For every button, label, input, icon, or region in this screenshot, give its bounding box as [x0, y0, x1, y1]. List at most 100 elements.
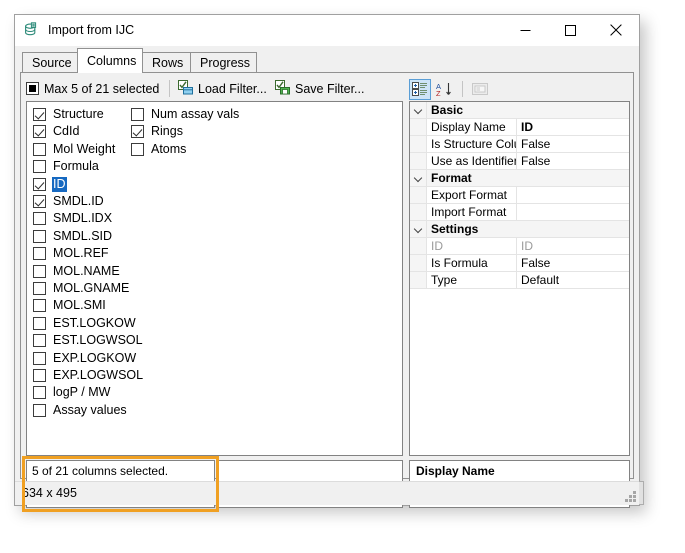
status-bar: 634 x 495	[15, 481, 639, 505]
property-category-row[interactable]: Format	[410, 170, 629, 187]
property-gutter	[410, 136, 427, 152]
unchecked-checkbox-icon[interactable]	[33, 369, 46, 382]
tab-columns[interactable]: Columns	[77, 48, 143, 73]
property-category-row[interactable]: Settings	[410, 221, 629, 238]
column-list-item[interactable]: EXP.LOGWSOL	[33, 367, 144, 384]
checked-checkbox-icon[interactable]	[33, 108, 46, 121]
unchecked-checkbox-icon[interactable]	[33, 143, 46, 156]
unchecked-checkbox-icon[interactable]	[33, 352, 46, 365]
property-gutter	[410, 119, 427, 135]
column-list-item[interactable]: CdId	[33, 123, 80, 140]
property-row[interactable]: Display NameID	[410, 119, 629, 136]
unchecked-checkbox-icon[interactable]	[131, 108, 144, 121]
property-gutter	[410, 153, 427, 169]
column-list-item[interactable]: MOL.GNAME	[33, 280, 130, 297]
property-value[interactable]: False	[517, 136, 629, 152]
property-category-row[interactable]: Basic	[410, 102, 629, 119]
column-list-item-label: SMDL.SID	[52, 229, 113, 244]
column-list-item[interactable]: SMDL.SID	[33, 228, 113, 245]
checked-checkbox-icon[interactable]	[33, 195, 46, 208]
property-row[interactable]: TypeDefault	[410, 272, 629, 289]
unchecked-checkbox-icon[interactable]	[33, 334, 46, 347]
property-value[interactable]: ID	[517, 119, 629, 135]
property-value[interactable]: False	[517, 255, 629, 271]
property-value[interactable]	[517, 187, 629, 203]
checked-checkbox-icon[interactable]	[131, 125, 144, 138]
column-list-item[interactable]: Assay values	[33, 402, 128, 419]
collapse-toggle[interactable]	[410, 170, 427, 186]
categorized-view-icon[interactable]	[409, 79, 431, 100]
unchecked-checkbox-icon[interactable]	[33, 404, 46, 417]
database-stack-icon	[24, 22, 41, 39]
max-selected-label: Max 5 of 21 selected	[44, 82, 159, 96]
property-value[interactable]: False	[517, 153, 629, 169]
max-selected-checkbox[interactable]: Max 5 of 21 selected	[26, 79, 159, 98]
unchecked-checkbox-icon[interactable]	[33, 230, 46, 243]
close-icon[interactable]	[593, 15, 638, 45]
save-filter-button[interactable]: Save Filter...	[275, 78, 364, 99]
column-list-item[interactable]: Structure	[33, 106, 105, 123]
column-list-item[interactable]: logP / MW	[33, 384, 111, 401]
column-list-item[interactable]: SMDL.ID	[33, 193, 105, 210]
property-name: Display Name	[427, 119, 517, 135]
column-list-item[interactable]: ID	[33, 176, 67, 193]
column-list-item[interactable]: Atoms	[131, 141, 187, 158]
columns-list[interactable]: StructureCdIdMol WeightFormulaIDSMDL.IDS…	[26, 101, 403, 456]
column-list-item[interactable]: Num assay vals	[131, 106, 240, 123]
maximize-icon[interactable]	[548, 15, 593, 45]
resize-grip[interactable]	[623, 489, 636, 502]
column-list-item[interactable]: Formula	[33, 158, 100, 175]
column-list-item[interactable]: EXP.LOGKOW	[33, 350, 137, 367]
unchecked-checkbox-icon[interactable]	[33, 282, 46, 295]
unchecked-checkbox-icon[interactable]	[33, 386, 46, 399]
unchecked-checkbox-icon[interactable]	[33, 247, 46, 260]
column-list-item-label: Num assay vals	[150, 107, 240, 122]
property-value[interactable]	[517, 204, 629, 220]
unchecked-checkbox-icon[interactable]	[33, 160, 46, 173]
minimize-icon[interactable]	[503, 15, 548, 45]
column-list-item[interactable]: Rings	[131, 123, 184, 140]
indeterminate-checkbox-icon	[26, 82, 39, 95]
tab-progress[interactable]: Progress	[190, 52, 257, 73]
property-row[interactable]: Export Format	[410, 187, 629, 204]
property-row[interactable]: Is FormulaFalse	[410, 255, 629, 272]
unchecked-checkbox-icon[interactable]	[33, 265, 46, 278]
property-grid[interactable]: BasicDisplay NameIDIs Structure ColuFals…	[409, 101, 630, 456]
column-list-item[interactable]: Mol Weight	[33, 141, 116, 158]
column-list-item-label: EST.LOGKOW	[52, 316, 137, 331]
column-list-item-label: EXP.LOGWSOL	[52, 368, 144, 383]
chevron-down-icon	[414, 106, 423, 115]
column-list-item[interactable]: MOL.NAME	[33, 263, 121, 280]
checked-checkbox-icon[interactable]	[33, 125, 46, 138]
load-filter-icon	[178, 80, 194, 98]
property-row[interactable]: Use as IdentifierFalse	[410, 153, 629, 170]
column-list-item[interactable]: EST.LOGKOW	[33, 315, 137, 332]
column-list-item-label: SMDL.ID	[52, 194, 105, 209]
unchecked-checkbox-icon[interactable]	[33, 212, 46, 225]
import-dialog-window: Import from IJC Source Columns Rows Prog…	[14, 14, 640, 506]
unchecked-checkbox-icon[interactable]	[131, 143, 144, 156]
unchecked-checkbox-icon[interactable]	[33, 317, 46, 330]
tab-source[interactable]: Source	[22, 52, 78, 73]
property-value[interactable]: Default	[517, 272, 629, 288]
column-list-item[interactable]: MOL.REF	[33, 245, 110, 262]
column-list-item[interactable]: SMDL.IDX	[33, 210, 113, 227]
alphabetical-sort-icon[interactable]: A Z	[434, 79, 456, 100]
column-list-item[interactable]: MOL.SMI	[33, 297, 107, 314]
property-value[interactable]: ID	[517, 238, 629, 254]
property-pages-icon	[469, 79, 491, 100]
property-row[interactable]: Is Structure ColuFalse	[410, 136, 629, 153]
unchecked-checkbox-icon[interactable]	[33, 299, 46, 312]
tab-rows[interactable]: Rows	[142, 52, 191, 73]
property-gutter	[410, 187, 427, 203]
property-name: Type	[427, 272, 517, 288]
property-panel: A Z B	[409, 73, 630, 456]
column-list-item[interactable]: EST.LOGWSOL	[33, 332, 144, 349]
property-row[interactable]: IDID	[410, 238, 629, 255]
property-row[interactable]: Import Format	[410, 204, 629, 221]
collapse-toggle[interactable]	[410, 102, 427, 118]
checked-checkbox-icon[interactable]	[33, 178, 46, 191]
column-list-item-label: MOL.GNAME	[52, 281, 130, 296]
collapse-toggle[interactable]	[410, 221, 427, 237]
load-filter-button[interactable]: Load Filter...	[178, 78, 267, 99]
